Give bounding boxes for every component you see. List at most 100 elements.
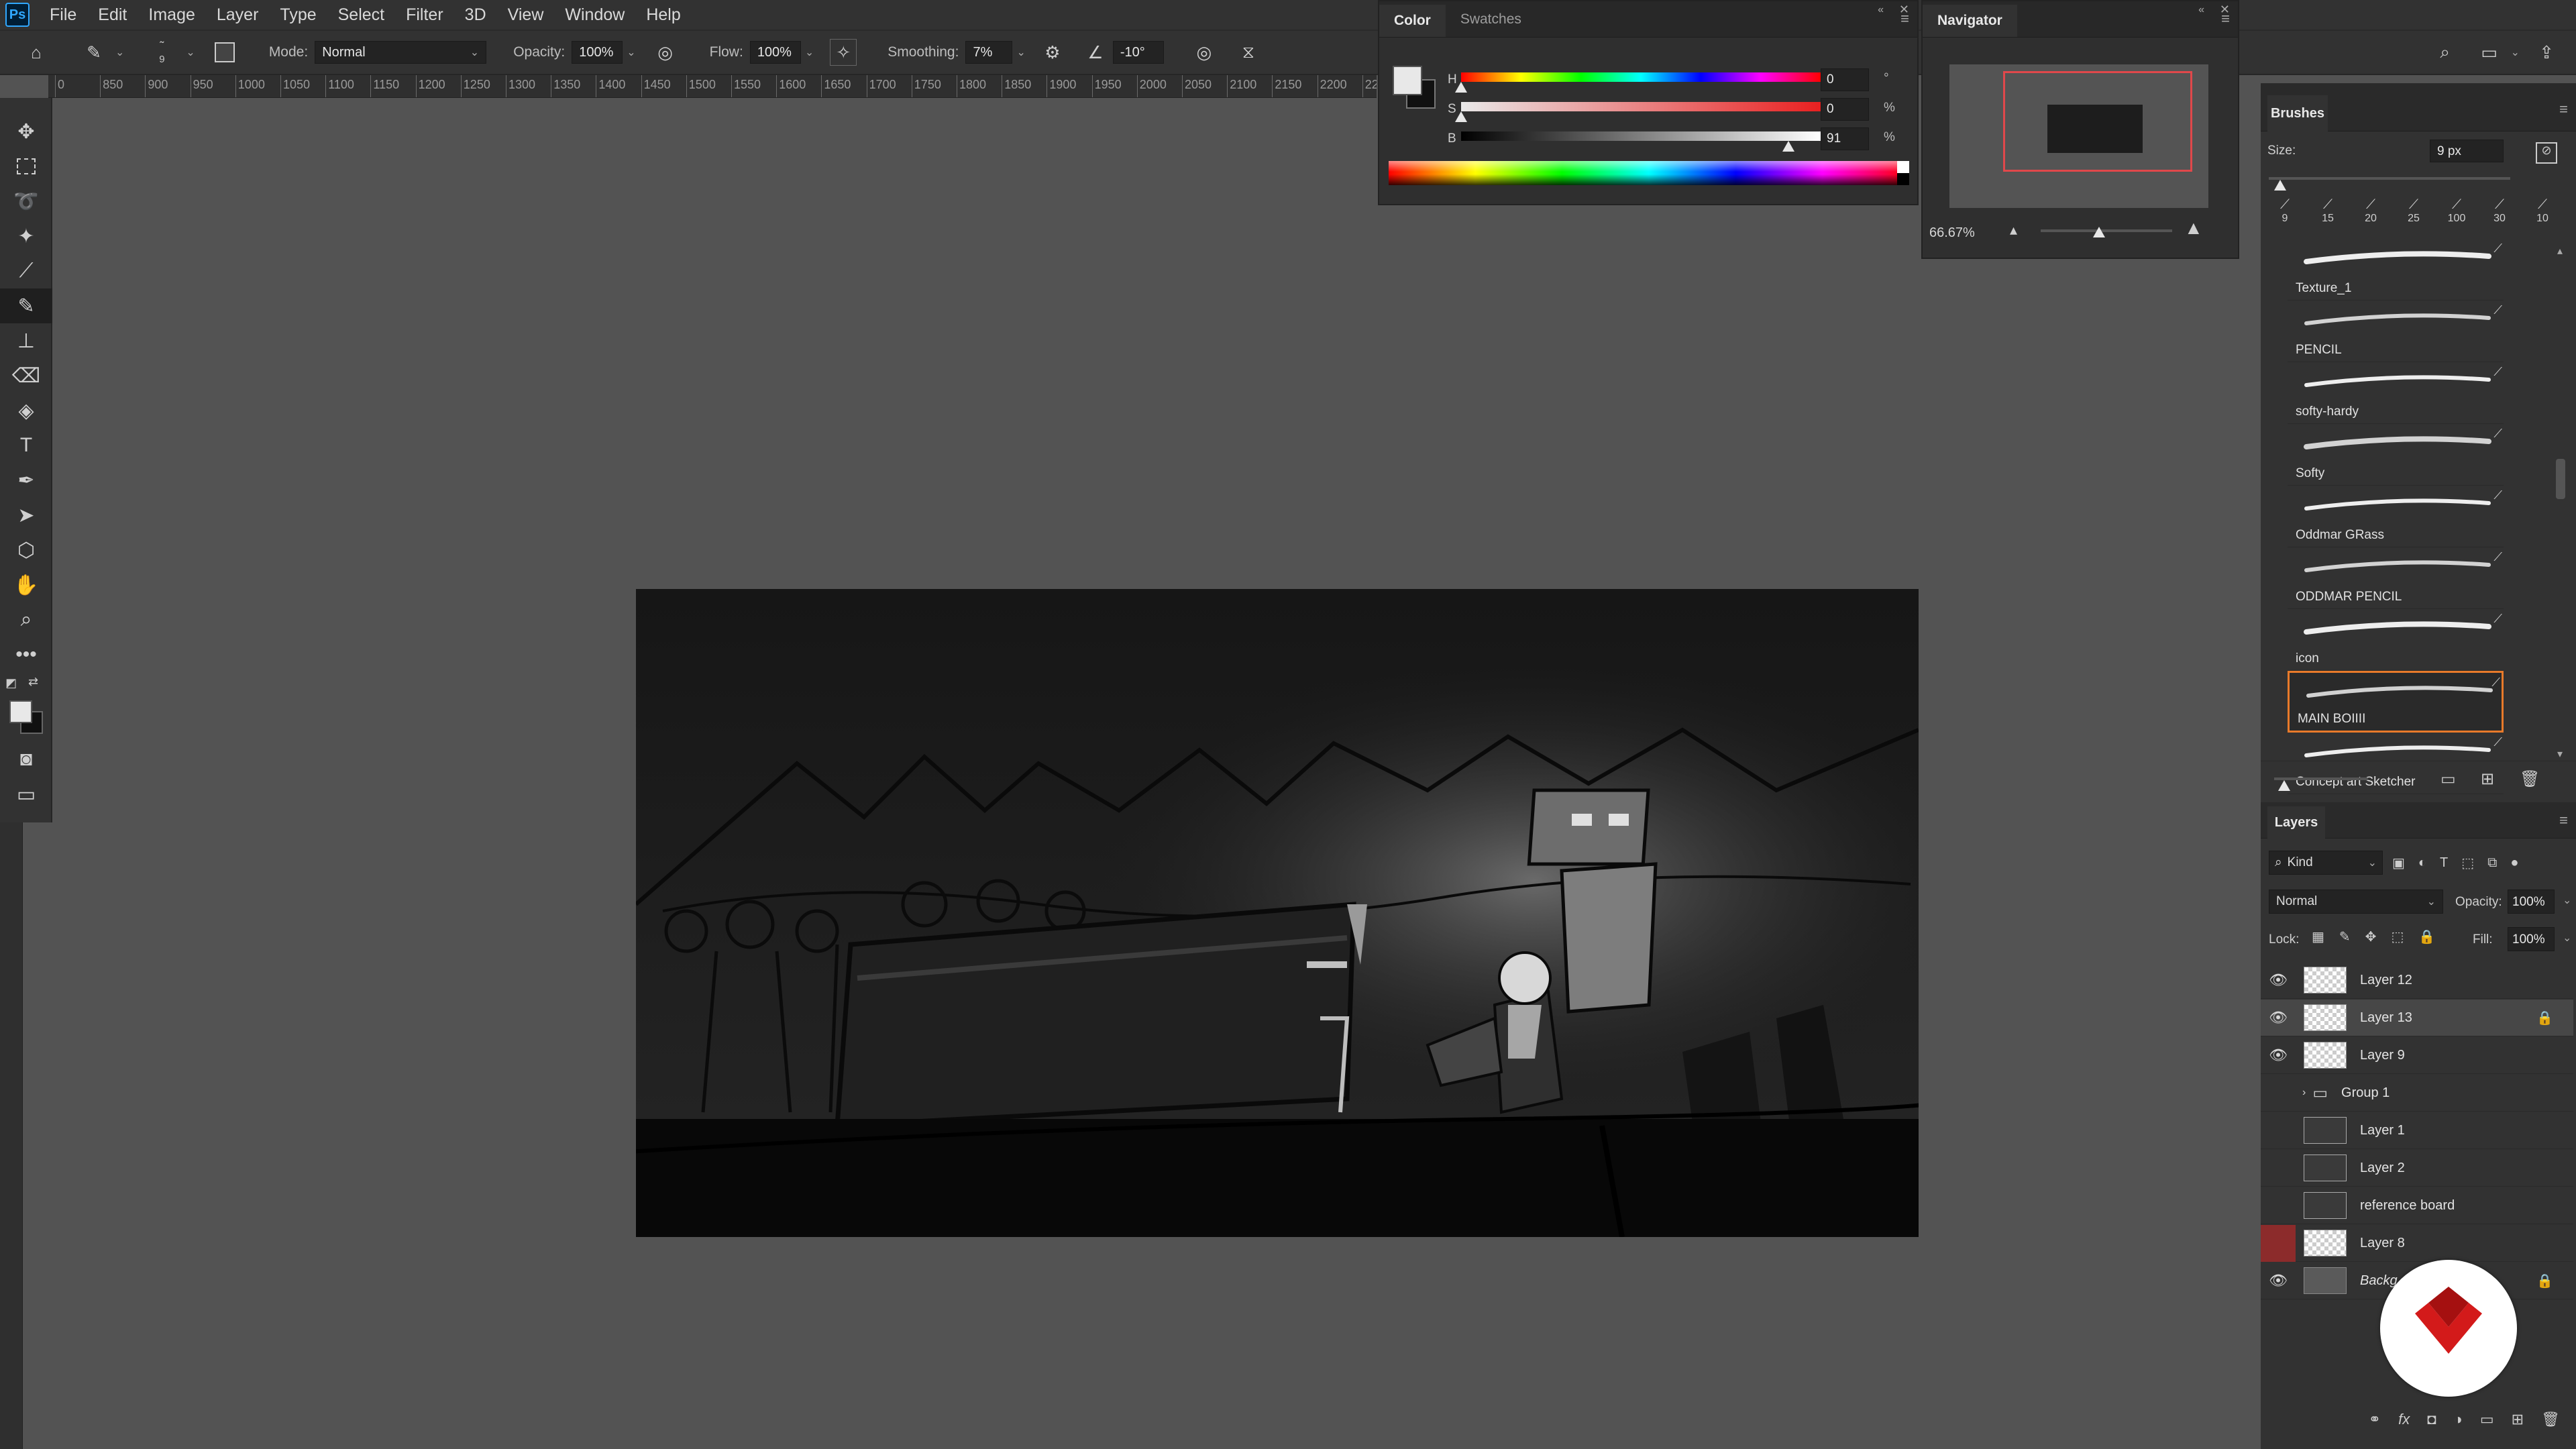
foreground-color-swatch[interactable] (1393, 66, 1422, 95)
brush-preset[interactable]: ⟋ 15 (2309, 197, 2347, 235)
blend-mode-select[interactable]: Normal ⌄ (2269, 890, 2443, 914)
chevron-down-icon[interactable]: ⌄ (627, 46, 635, 59)
adjustment-layer-icon[interactable]: ◑ (2454, 1411, 2463, 1428)
screen-mode-icon[interactable]: ▭ (0, 777, 52, 812)
panel-menu-icon[interactable]: ≡ (2559, 812, 2568, 829)
hue-value[interactable]: 0 (1821, 68, 1869, 91)
brush-list-item[interactable]: ⟋ Oddmar GRass (2288, 486, 2504, 547)
symmetry-icon[interactable]: ⧖ (1235, 39, 1262, 66)
mode-select[interactable]: Normal ⌄ (315, 41, 487, 64)
panel-menu-icon[interactable]: ≡ (2559, 101, 2568, 118)
chevron-down-icon[interactable]: ⌄ (2511, 46, 2520, 59)
menu-select[interactable]: Select (327, 5, 395, 25)
chevron-down-icon[interactable]: ⌄ (1016, 46, 1025, 59)
size-slider[interactable] (2269, 177, 2510, 180)
fx-icon[interactable]: fx (2398, 1411, 2410, 1428)
menu-3d[interactable]: 3D (454, 5, 497, 25)
brightness-value[interactable]: 91 (1821, 127, 1869, 150)
filter-type-icon[interactable]: T (2440, 855, 2448, 871)
layer-opacity-input[interactable]: 100% (2508, 890, 2555, 914)
layer-filter-select[interactable]: ⌕ Kind ⌄ (2269, 851, 2383, 875)
layer-row[interactable]: 👁 Layer 9 (2261, 1037, 2573, 1074)
document-canvas[interactable] (636, 589, 1919, 1237)
brush-list-item[interactable]: ⟋ Softy (2288, 424, 2504, 486)
menu-type[interactable]: Type (269, 5, 327, 25)
foreground-color-swatch[interactable] (9, 700, 32, 723)
type-tool-icon[interactable]: T (0, 428, 52, 463)
zoom-out-icon[interactable]: ▴ (2010, 221, 2017, 239)
brush-preset-picker[interactable]: ˜ 9 (142, 34, 182, 71)
hand-tool-icon[interactable]: ✋ (0, 568, 52, 602)
layer-row[interactable]: Layer 1 (2261, 1112, 2573, 1149)
lock-artboard-icon[interactable]: ⬚ (2391, 928, 2404, 950)
home-icon[interactable]: ⌂ (23, 39, 50, 66)
filter-shape-icon[interactable]: ⬚ (2461, 855, 2474, 871)
brush-list-item[interactable]: ⟋ softy-hardy (2288, 362, 2504, 424)
brush-preset[interactable]: ⟋ 100 (2438, 197, 2475, 235)
eye-icon[interactable]: 👁 (2261, 1009, 2296, 1026)
size-slider-thumb[interactable] (2274, 180, 2286, 191)
chevron-down-icon[interactable]: ⌄ (186, 46, 195, 59)
eyedropper-icon[interactable]: ⟋ (0, 254, 52, 288)
tab-layers[interactable]: Layers (2267, 806, 2325, 839)
collapse-icon[interactable]: « (1878, 4, 1884, 16)
more-tools-icon[interactable]: ••• (0, 637, 52, 672)
magic-wand-icon[interactable]: ✦ (0, 219, 52, 254)
saturation-slider[interactable] (1461, 102, 1821, 111)
eye-icon[interactable]: 👁 (2261, 1272, 2296, 1289)
close-icon[interactable]: ✕ (1899, 3, 1909, 17)
navigator-zoom-value[interactable]: 66.67% (1929, 225, 1975, 241)
brush-settings-panel-icon[interactable] (211, 39, 238, 66)
brush-tool-icon[interactable]: ✎ (0, 288, 52, 323)
pressure-size-icon[interactable]: ◎ (1191, 39, 1218, 66)
navigator-view-box[interactable] (2003, 71, 2192, 172)
pressure-opacity-icon[interactable]: ◎ (652, 39, 679, 66)
fill-input[interactable]: 100% (2508, 927, 2555, 951)
brush-list-item[interactable]: ⟋ Texture_1 (2288, 239, 2504, 301)
zoom-tool-icon[interactable]: ⌕ (0, 602, 52, 637)
tab-navigator[interactable]: Navigator (1923, 5, 2017, 37)
smoothing-input[interactable]: 7% (965, 41, 1013, 64)
scroll-up-icon[interactable]: ▴ (2557, 244, 2563, 258)
hue-slider[interactable] (1461, 72, 1821, 82)
new-brush-icon[interactable]: ⊘ (2536, 142, 2557, 164)
lock-pixels-icon[interactable]: ✎ (2339, 928, 2351, 950)
chevron-down-icon[interactable]: ⌄ (2563, 894, 2571, 907)
trash-icon[interactable]: 🗑 (2541, 1411, 2560, 1428)
add-mask-icon[interactable]: ◘ (2427, 1411, 2436, 1428)
menu-layer[interactable]: Layer (206, 5, 270, 25)
new-layer-icon[interactable]: ⊞ (2512, 1411, 2524, 1428)
brush-list-item[interactable]: ⟋ icon (2288, 609, 2504, 671)
size-input[interactable]: 9 px (2430, 140, 2504, 162)
menu-edit[interactable]: Edit (87, 5, 138, 25)
chevron-down-icon[interactable]: ⌄ (2563, 931, 2571, 945)
fg-bg-swatch[interactable] (1393, 66, 1440, 113)
quick-mask-icon[interactable]: ◙ (0, 742, 52, 777)
navigator-zoom-slider[interactable] (2041, 229, 2172, 232)
layer-row[interactable]: › ▭ Group 1 (2261, 1075, 2573, 1112)
menu-help[interactable]: Help (635, 5, 691, 25)
brush-preset[interactable]: ⟋ 10 (2524, 197, 2561, 235)
filter-pixel-icon[interactable]: ▣ (2392, 855, 2405, 871)
photoshop-logo[interactable]: Ps (5, 3, 30, 27)
lock-position-icon[interactable]: ✥ (2365, 928, 2377, 950)
angle-input[interactable]: -10° (1112, 41, 1164, 64)
navigator-preview[interactable] (1949, 64, 2208, 208)
workspace-icon[interactable]: ▭ (2476, 39, 2503, 66)
brush-preset[interactable]: ⟋ 20 (2352, 197, 2390, 235)
menu-image[interactable]: Image (138, 5, 205, 25)
filter-smart-icon[interactable]: ⧉ (2487, 855, 2497, 871)
new-brush-preset-icon[interactable]: ⊞ (2481, 769, 2494, 789)
navigator-zoom-thumb[interactable] (2093, 227, 2105, 237)
lock-transparent-icon[interactable]: ▦ (2312, 928, 2324, 950)
brush-list-item[interactable]: ⟋ ODDMAR PENCIL (2288, 547, 2504, 609)
flow-input[interactable]: 100% (749, 41, 801, 64)
path-select-icon[interactable]: ➤ (0, 498, 52, 533)
pen-tool-icon[interactable]: ✒ (0, 463, 52, 498)
search-icon[interactable]: ⌕ (2432, 39, 2459, 66)
layer-row[interactable]: 👁 Layer 13 🔒 (2261, 1000, 2573, 1036)
brush-list[interactable]: ⟋ Texture_1 ⟋ PENCIL ⟋ softy-hardy ⟋ Softy ⟋ Oddm… (2261, 239, 2576, 794)
brightness-slider[interactable] (1461, 131, 1821, 141)
layer-row[interactable]: reference board (2261, 1187, 2573, 1224)
chevron-down-icon[interactable]: ⌄ (805, 46, 814, 59)
